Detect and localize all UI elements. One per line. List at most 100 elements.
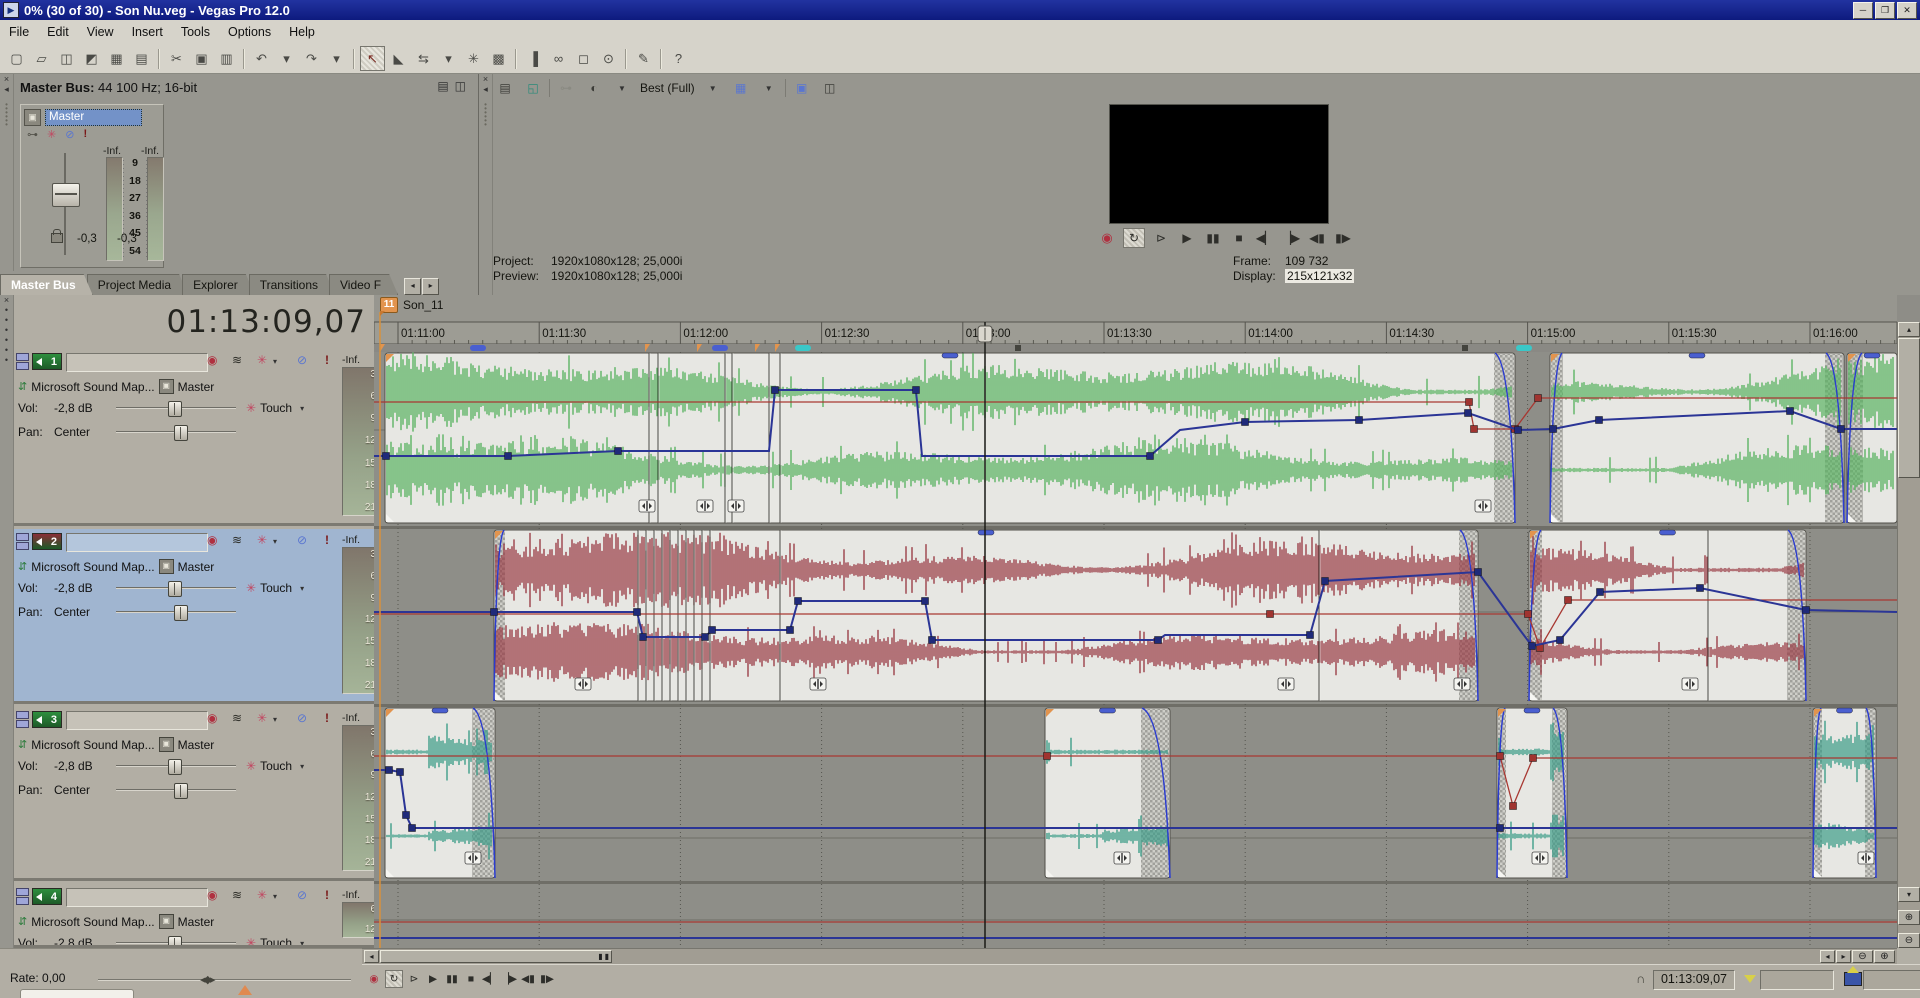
track-fx-button[interactable]: ✳: [257, 533, 267, 547]
pause-button[interactable]: ▮▮: [444, 971, 460, 987]
envelope-edit-tool-button[interactable]: ◣: [387, 47, 410, 70]
scroll-left-icon[interactable]: ◂: [364, 950, 379, 963]
new-project-button[interactable]: ▢: [5, 47, 28, 70]
track-header-4[interactable]: 4◉≋✳▾⊘!-Inf.⇵Microsoft Sound Map...▣Mast…: [14, 884, 374, 948]
vol-slider[interactable]: [116, 401, 236, 415]
go-to-end-button[interactable]: ▕▶: [501, 971, 517, 987]
panel-dock-strip[interactable]: ×◂••••••: [0, 74, 14, 271]
stop-button[interactable]: ■: [463, 971, 479, 987]
track-header-1[interactable]: 1◉≋✳▾⊘!-Inf.⇵Microsoft Sound Map...▣Mast…: [14, 349, 374, 526]
drag-handle[interactable]: ••••••: [5, 305, 8, 365]
track-header-3[interactable]: 3◉≋✳▾⊘!-Inf.⇵Microsoft Sound Map...▣Mast…: [14, 707, 374, 881]
next-frame-button[interactable]: ▮▶: [1333, 229, 1353, 247]
bus-assign-icon[interactable]: ▣: [159, 559, 174, 574]
normal-edit-tool-button[interactable]: ↖: [360, 46, 385, 71]
collapse-icon[interactable]: ◂: [4, 84, 9, 95]
marker-tool-icon[interactable]: [1744, 975, 1756, 983]
play-from-start-button[interactable]: ⊳: [406, 971, 422, 987]
routing-icon[interactable]: ⇵: [18, 738, 27, 751]
lock-icon[interactable]: [51, 233, 63, 243]
undo-button[interactable]: ↶: [250, 47, 273, 70]
play-button[interactable]: ▶: [425, 971, 441, 987]
master-fader[interactable]: [52, 183, 80, 207]
mute-button[interactable]: ⊘: [297, 533, 307, 547]
pause-button[interactable]: ▮▮: [1203, 229, 1223, 247]
track-number[interactable]: 1: [32, 353, 62, 370]
project-properties-button[interactable]: ▤: [130, 47, 153, 70]
bus-icon[interactable]: ▣: [24, 109, 41, 126]
drag-handle[interactable]: ••••••: [484, 103, 487, 127]
whats-this-help-button[interactable]: ?: [667, 47, 690, 70]
scroll-right-edge-icon[interactable]: ▸: [1836, 950, 1851, 963]
pan-slider[interactable]: [116, 425, 236, 439]
quality-dropdown-icon[interactable]: ▼: [701, 78, 725, 98]
track-zoom-in-icon[interactable]: ⊕: [1898, 910, 1920, 925]
rate-slider-track[interactable]: [98, 979, 351, 981]
tab-transitions[interactable]: Transitions: [249, 274, 335, 295]
drag-handle[interactable]: ••••••: [5, 103, 8, 127]
tab-video-f[interactable]: Video F: [329, 274, 398, 295]
split-screen-icon[interactable]: ⊶: [554, 78, 578, 98]
tool-dropdown[interactable]: ▾: [437, 47, 460, 70]
solo-button[interactable]: !: [325, 533, 329, 547]
timeline-marker[interactable]: 11 Son_11: [380, 297, 443, 313]
project-properties-icon[interactable]: ▤: [493, 78, 517, 98]
collapse-icon[interactable]: ◂: [483, 84, 488, 95]
automation-gear-icon[interactable]: ✳: [246, 759, 256, 773]
track-minimize-buttons[interactable]: [16, 533, 29, 551]
mute-button[interactable]: ⊘: [297, 353, 307, 367]
automation-mode[interactable]: Touch: [260, 936, 292, 948]
solo-button[interactable]: !: [325, 353, 329, 367]
bus-list-icon[interactable]: ▤: [437, 79, 448, 93]
track-name-field[interactable]: [66, 533, 208, 552]
solo-icon[interactable]: !: [83, 128, 87, 141]
automation-dropdown-icon[interactable]: ▾: [300, 584, 304, 593]
save-button[interactable]: ◫: [55, 47, 78, 70]
routing-icon[interactable]: ⇵: [18, 380, 27, 393]
track-number[interactable]: 3: [32, 711, 62, 728]
fx-dropdown-icon[interactable]: ▾: [273, 715, 277, 724]
paint-tool-button[interactable]: ▩: [487, 47, 510, 70]
marker-flag-icon[interactable]: 11: [380, 297, 398, 313]
zoom-tool-button[interactable]: ⊙: [597, 47, 620, 70]
track-minimize-buttons[interactable]: [16, 711, 29, 729]
bus-name-field[interactable]: Master: [45, 109, 142, 126]
pan-value[interactable]: Center: [54, 425, 116, 439]
bus-assign-icon[interactable]: ▣: [159, 914, 174, 929]
fx-dropdown-icon[interactable]: ▾: [273, 892, 277, 901]
go-to-start-button[interactable]: ◀▏: [482, 971, 498, 987]
timeline-dock-strip[interactable]: ×••••••: [0, 295, 14, 948]
loop-playback-button[interactable]: ↻: [1123, 228, 1145, 248]
undo-dropdown[interactable]: ▾: [275, 47, 298, 70]
save-snapshot-icon[interactable]: ◫: [818, 78, 842, 98]
vol-value[interactable]: -2,8 dB: [54, 581, 116, 595]
previous-frame-button[interactable]: ◀▮: [520, 971, 536, 987]
automation-mode[interactable]: Touch: [260, 759, 292, 773]
spectrum-tool-button[interactable]: ✳: [462, 47, 485, 70]
record-button[interactable]: ◉: [366, 971, 382, 987]
automation-mode[interactable]: Touch: [260, 581, 292, 595]
automation-gear-icon[interactable]: ✳: [246, 581, 256, 595]
track-number[interactable]: 2: [32, 533, 62, 550]
menu-insert[interactable]: Insert: [123, 22, 172, 42]
vol-value[interactable]: -2,8 dB: [54, 759, 116, 773]
redo-button[interactable]: ↷: [300, 47, 323, 70]
stop-button[interactable]: ■: [1229, 229, 1249, 247]
track-number[interactable]: 4: [32, 888, 62, 905]
scroll-up-icon[interactable]: ▴: [1898, 322, 1920, 337]
overlays-grid-icon[interactable]: ▦: [729, 78, 753, 98]
menu-options[interactable]: Options: [219, 22, 280, 42]
link-tool-button[interactable]: ∞: [547, 47, 570, 70]
bus-assign-icon[interactable]: ▣: [159, 379, 174, 394]
track-envelope-icon[interactable]: ≋: [232, 888, 242, 902]
track-envelope-icon[interactable]: ≋: [232, 711, 242, 725]
selection-start-box[interactable]: [1760, 970, 1834, 990]
mute-icon[interactable]: ⊘: [65, 128, 74, 141]
routing-icon[interactable]: ⇵: [18, 915, 27, 928]
tab-scroll-right-icon[interactable]: ▸: [422, 278, 439, 295]
automation-dropdown-icon[interactable]: ▾: [300, 404, 304, 413]
cursor-position-box[interactable]: 01:13:09,07: [1653, 970, 1735, 990]
redo-dropdown[interactable]: ▾: [325, 47, 348, 70]
box-selection-tool-button[interactable]: ◻: [572, 47, 595, 70]
vertical-scrollbar[interactable]: ▴ ▾ ⊕ ⊖: [1897, 322, 1920, 948]
